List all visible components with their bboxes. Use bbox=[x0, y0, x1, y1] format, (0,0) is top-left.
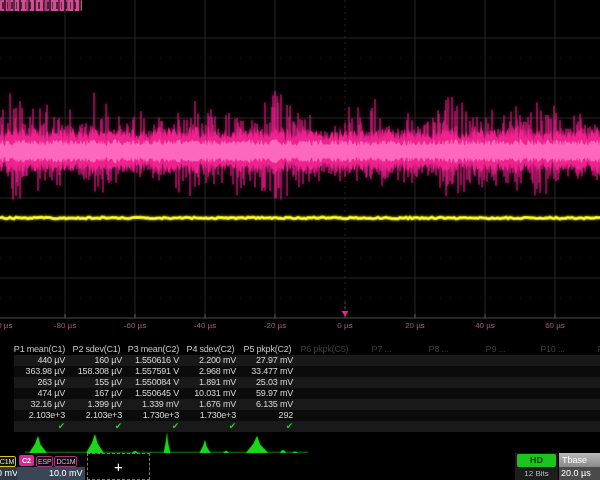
measurement-value: 158.308 µV bbox=[78, 366, 122, 377]
time-axis-label: -60 µs bbox=[124, 321, 146, 330]
measurement-value: 440 µV bbox=[37, 355, 65, 366]
c2-esp-tag: ESP bbox=[36, 456, 53, 467]
time-axis-label: 0 µs bbox=[337, 321, 352, 330]
param-header[interactable]: P1 mean(C1) bbox=[11, 344, 68, 355]
unreadable-pink-label bbox=[0, 0, 82, 11]
measurement-value: 1.550645 V bbox=[135, 388, 179, 399]
status-check-icon: ✔ bbox=[229, 421, 236, 432]
status-check-icon: ✔ bbox=[115, 421, 122, 432]
c2-channel-tag: C2 bbox=[19, 455, 34, 466]
measurement-value: 27.97 mV bbox=[256, 355, 293, 366]
c2-scale: 10.0 mV bbox=[49, 468, 83, 478]
c1-scale: 10.0 mV bbox=[0, 468, 18, 478]
acquisition-mode-box[interactable]: HD 12 Bits bbox=[515, 453, 558, 480]
c1-descriptor[interactable]: DC1M 10.0 mV bbox=[0, 453, 18, 480]
measurement-table: P1 mean(C1)P2 sdev(C1)P3 mean(C2)P4 sdev… bbox=[0, 344, 600, 432]
c2-coupling-tag: DC1M bbox=[54, 456, 77, 467]
measurement-value: 2.103e+3 bbox=[86, 410, 122, 421]
measurement-value: 292 bbox=[279, 410, 293, 421]
measurement-value: 2.103e+3 bbox=[29, 410, 65, 421]
oscilloscope-screen: -100 µs -80 µs -60 µs -40 µs -20 µs 0 µs 20 µs… bbox=[0, 0, 600, 480]
measurement-value: 59.97 mV bbox=[256, 388, 293, 399]
param-header[interactable]: P3 mean(C2) bbox=[125, 344, 182, 355]
measurement-value: 1.676 mV bbox=[199, 399, 236, 410]
timebase-descriptor[interactable]: Tbase 20.0 µs bbox=[559, 453, 600, 480]
measurement-value: 167 µV bbox=[94, 388, 122, 399]
param-header[interactable]: P5 pkpk(C2) bbox=[239, 344, 296, 355]
measurement-value: 1.550084 V bbox=[135, 377, 179, 388]
param-header-inactive[interactable]: P9 ... bbox=[467, 344, 524, 355]
measurement-value: 1.730e+3 bbox=[143, 410, 179, 421]
param-header-inactive[interactable]: P8 ... bbox=[410, 344, 467, 355]
status-check-icon: ✔ bbox=[286, 421, 293, 432]
measurement-value: 1.550616 V bbox=[135, 355, 179, 366]
time-axis-label: -40 µs bbox=[194, 321, 216, 330]
measurement-value: 363.98 µV bbox=[26, 366, 65, 377]
time-axis-label: 20 µs bbox=[405, 321, 425, 330]
param-header[interactable]: P4 sdev(C2) bbox=[182, 344, 239, 355]
measurement-value: 474 µV bbox=[37, 388, 65, 399]
time-axis-label: 40 µs bbox=[475, 321, 495, 330]
measurement-value: 25.03 mV bbox=[256, 377, 293, 388]
measurement-value: 2.968 mV bbox=[199, 366, 236, 377]
measurement-value: 32.16 µV bbox=[30, 399, 65, 410]
status-check-icon: ✔ bbox=[172, 421, 179, 432]
param-header[interactable]: P2 sdev(C1) bbox=[68, 344, 125, 355]
param-header-inactive[interactable]: P6 pkpk(C5) bbox=[296, 344, 353, 355]
time-axis-label: 60 µs bbox=[545, 321, 565, 330]
measurement-value: 1.891 mV bbox=[199, 377, 236, 388]
measurement-value: 155 µV bbox=[94, 377, 122, 388]
time-axis-label: -100 µs bbox=[0, 321, 12, 330]
add-trace-button[interactable]: + bbox=[87, 453, 150, 480]
timebase-value: 20.0 µs bbox=[559, 467, 600, 480]
bottom-bar: DC1M 10.0 mV C2 ESP DC1M 10.0 mV + HD 12… bbox=[0, 453, 600, 480]
measurement-value: 1.557591 V bbox=[135, 366, 179, 377]
hd-mode-badge: HD bbox=[517, 454, 556, 467]
param-header-inactive[interactable]: P11 ... bbox=[581, 344, 600, 355]
c2-descriptor[interactable]: C2 ESP DC1M 10.0 mV bbox=[17, 453, 85, 480]
measurement-value: 1.339 mV bbox=[142, 399, 179, 410]
status-check-icon: ✔ bbox=[58, 421, 65, 432]
measurement-value: 10.031 mV bbox=[194, 388, 236, 399]
measurement-value: 33.477 mV bbox=[251, 366, 293, 377]
time-axis-label: -20 µs bbox=[264, 321, 286, 330]
time-axis-label: -80 µs bbox=[54, 321, 76, 330]
measurement-value: 263 µV bbox=[37, 377, 65, 388]
bit-depth-label: 12 Bits bbox=[515, 468, 558, 479]
measurement-value: 1.399 µV bbox=[87, 399, 122, 410]
plus-icon: + bbox=[114, 458, 123, 475]
param-header-inactive[interactable]: P10 ... bbox=[524, 344, 581, 355]
param-header-inactive[interactable]: P7 ... bbox=[353, 344, 410, 355]
measurement-value: 6.135 mV bbox=[256, 399, 293, 410]
measurement-value: 160 µV bbox=[94, 355, 122, 366]
measurement-value: 1.730e+3 bbox=[200, 410, 236, 421]
measurement-value: 2.200 mV bbox=[199, 355, 236, 366]
timebase-label: Tbase bbox=[559, 453, 600, 467]
c1-coupling-tag: DC1M bbox=[0, 456, 16, 467]
